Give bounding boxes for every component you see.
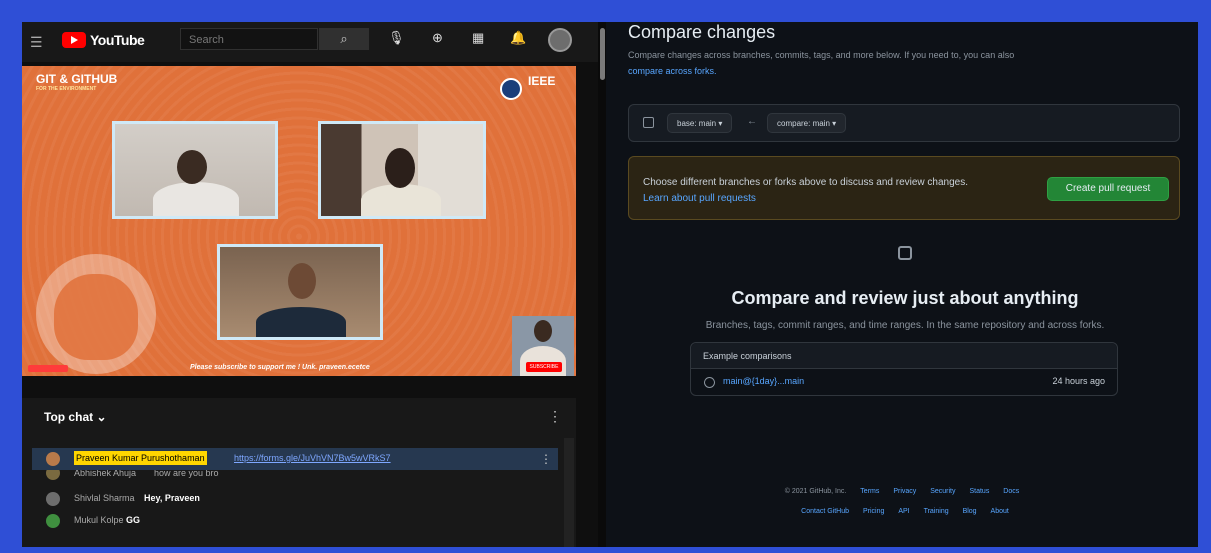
example-comparison-link[interactable]: main@{1day}...main (723, 376, 804, 386)
create-video-icon[interactable]: ⊕ (432, 30, 443, 46)
footer-link-security[interactable]: Security (930, 488, 955, 495)
github-pane: Compare changes Compare changes across b… (612, 22, 1198, 547)
footer-link-contact[interactable]: Contact GitHub (801, 508, 849, 515)
chat-filter-dropdown[interactable]: Top chat ⌄ (44, 410, 107, 424)
menu-icon[interactable]: ☰ (30, 34, 43, 51)
youtube-header: ☰ YouTube Search ⌕ 🎙 ⊕ ▦ 🔔 (22, 22, 598, 62)
footer-link-about[interactable]: About (991, 508, 1009, 515)
avatar (46, 452, 60, 466)
presenter-head (534, 320, 552, 342)
participant-body (153, 182, 239, 216)
youtube-brand[interactable]: YouTube (90, 32, 145, 48)
participant-tile-2 (318, 121, 486, 219)
bell-icon[interactable]: 🔔 (510, 30, 526, 46)
example-comparisons-header: Example comparisons (691, 343, 1117, 369)
list-item: Abhishek Ahuja how are you bro (32, 470, 558, 484)
compare-branch-select[interactable]: compare: main ▾ (767, 113, 847, 133)
compare-forks-link-text[interactable]: compare across forks. (628, 66, 717, 76)
page-title: Compare changes (628, 22, 776, 42)
avatar[interactable] (548, 28, 572, 52)
participant-head (385, 148, 415, 188)
chat-message: GG (126, 515, 141, 525)
footer-link-training[interactable]: Training (924, 508, 949, 515)
blankslate-title: Compare and review just about anything (731, 288, 1079, 308)
create-pull-request-button[interactable]: Create pull request (1047, 177, 1169, 201)
chat-scrollbar[interactable] (564, 438, 574, 547)
avatar (46, 514, 60, 528)
pinned-message[interactable]: Praveen Kumar Purushothaman https://form… (32, 448, 558, 470)
list-item: Shivlal Sharma Hey, Praveen (32, 488, 558, 510)
video-title: GIT & GITHUB (36, 72, 118, 86)
github-logo-icon (36, 254, 156, 374)
footer-link-blog[interactable]: Blog (963, 508, 977, 515)
scrollbar[interactable] (600, 28, 605, 80)
more-icon[interactable]: ⋮ (540, 452, 552, 466)
footer-link-status[interactable]: Status (969, 488, 989, 495)
chat-message: Hey, Praveen (144, 493, 200, 503)
chat-author: Abhishek Ahuja (74, 470, 137, 478)
clock-icon (704, 377, 715, 388)
compare-forks-link[interactable]: compare across forks. (628, 66, 717, 76)
video-player[interactable]: GIT & GITHUB FOR THE ENVIRONMENT IEEE SU… (22, 66, 576, 376)
range-editor: base: main ▾ ← compare: main ▾ (628, 104, 1180, 142)
participant-head (177, 150, 207, 184)
example-comparisons: Example comparisons main@{1day}...main 2… (690, 342, 1118, 396)
learn-pull-requests-link[interactable]: Learn about pull requests (643, 193, 756, 204)
apps-icon[interactable]: ▦ (472, 30, 484, 46)
youtube-logo-icon[interactable] (62, 32, 86, 48)
participant-body (361, 184, 441, 216)
compare-icon (898, 246, 912, 260)
live-chat: Top chat ⌄ ⋮ Praveen Kumar Purushothaman… (22, 398, 576, 547)
subscribe-badge[interactable]: SUBSCRIBE (526, 362, 562, 372)
video-caption: Please subscribe to support me ! Unk. pr… (190, 364, 370, 371)
compare-icon (643, 117, 654, 128)
chat-author: Mukul Kolpe (74, 515, 124, 525)
video-subtitle: FOR THE ENVIRONMENT (36, 86, 97, 92)
page-description: Compare changes across branches, commits… (628, 50, 1015, 60)
microphone-icon[interactable]: 🎙 (388, 30, 405, 46)
avatar (46, 492, 60, 506)
youtube-pane: ☰ YouTube Search ⌕ 🎙 ⊕ ▦ 🔔 GIT & GITHUB … (22, 22, 598, 547)
footer-row-1: © 2021 GitHub, Inc. Terms Privacy Securi… (612, 488, 1198, 495)
more-icon[interactable]: ⋮ (548, 408, 562, 425)
list-item: Mukul Kolpe GG (32, 510, 558, 532)
flash-notice: Choose different branches or forks above… (628, 156, 1180, 220)
search-input[interactable]: Search (180, 28, 318, 50)
blankslate-description: Branches, tags, commit ranges, and time … (705, 320, 1105, 331)
search-icon[interactable]: ⌕ (319, 28, 369, 50)
footer-link-privacy[interactable]: Privacy (893, 488, 916, 495)
flash-text: Choose different branches or forks above… (643, 177, 968, 188)
participant-head (288, 263, 316, 299)
footer-link-docs[interactable]: Docs (1003, 488, 1019, 495)
footer-link-api[interactable]: API (898, 508, 909, 515)
chat-message: how are you bro (154, 470, 219, 478)
example-comparison-time: 24 hours ago (1052, 376, 1105, 386)
participant-tile-3 (217, 244, 383, 340)
chat-header-label: Top chat (44, 410, 94, 424)
footer-copyright: © 2021 GitHub, Inc. (784, 488, 847, 495)
ieee-label: IEEE (528, 74, 556, 88)
chat-link[interactable]: https://forms.gle/JuVhVN7Bw5wVRkS7 (234, 453, 391, 463)
base-branch-select[interactable]: base: main ▾ (667, 113, 733, 133)
chat-author: Shivlal Sharma (74, 493, 135, 503)
participant-tile-1 (112, 121, 278, 219)
footer-link-terms[interactable]: Terms (860, 488, 879, 495)
arrow-left-icon: ← (747, 116, 757, 127)
footer-link-pricing[interactable]: Pricing (863, 508, 884, 515)
participant-body (256, 307, 346, 337)
ieee-logo-icon (500, 78, 522, 100)
footer-row-2: Contact GitHub Pricing API Training Blog… (612, 508, 1198, 515)
live-badge (28, 365, 68, 372)
pane-divider (598, 22, 606, 547)
chevron-down-icon: ⌄ (96, 410, 107, 424)
screen: ☰ YouTube Search ⌕ 🎙 ⊕ ▦ 🔔 GIT & GITHUB … (22, 22, 1198, 547)
avatar (46, 470, 60, 480)
chat-author[interactable]: Praveen Kumar Purushothaman (74, 451, 207, 465)
